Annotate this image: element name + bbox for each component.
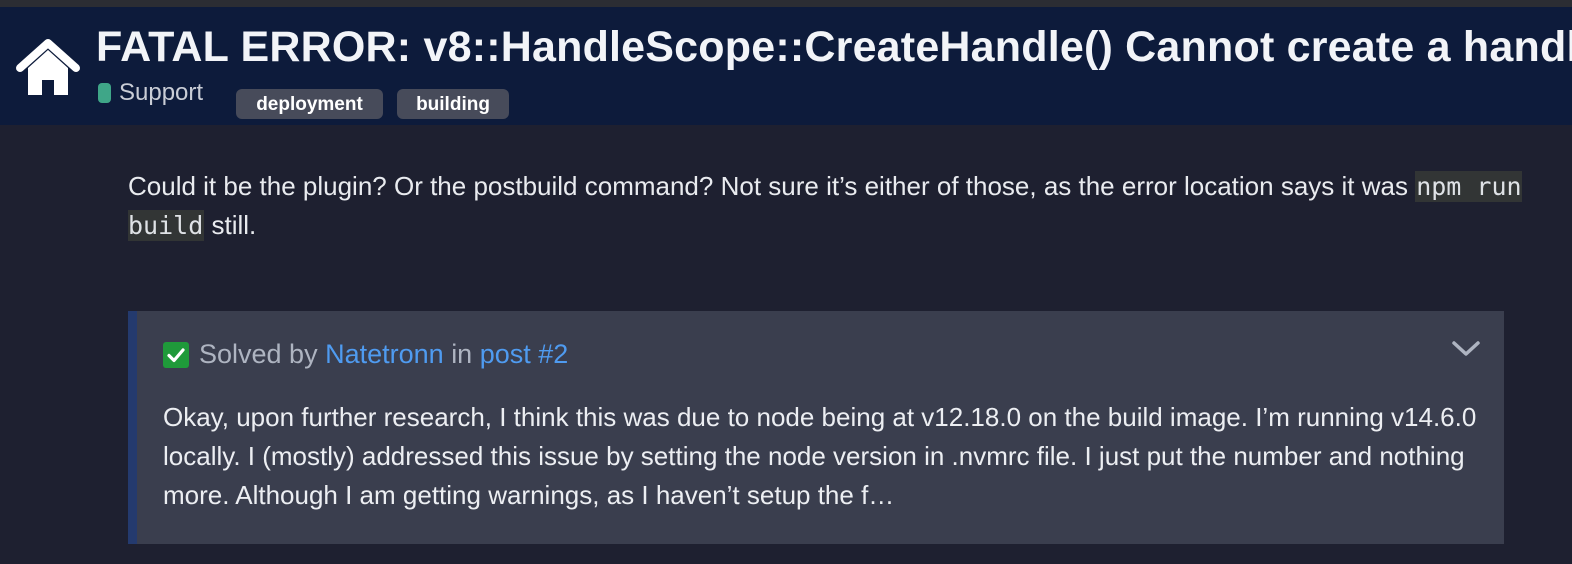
category-label: Support: [119, 79, 204, 106]
obscured-text-line: [128, 122, 388, 130]
solved-answer-box[interactable]: Solved by Natetronn in post #2 Okay, upo…: [128, 311, 1504, 544]
home-icon[interactable]: [12, 37, 84, 101]
solution-post-link[interactable]: post #2: [480, 339, 569, 370]
solution-author-link[interactable]: Natetronn: [325, 339, 444, 370]
category-badge[interactable]: Support: [98, 78, 203, 108]
solved-in-text: in: [451, 339, 473, 369]
post-text-before: Could it be the plugin? Or the postbuild…: [128, 171, 1416, 201]
checkmark-icon: [163, 341, 189, 368]
solved-header: Solved by Natetronn in post #2: [163, 339, 568, 370]
tag-building[interactable]: building: [397, 89, 509, 119]
post-paragraph: Could it be the plugin? Or the postbuild…: [128, 167, 1528, 245]
solution-excerpt: Okay, upon further research, I think thi…: [163, 402, 1477, 510]
solved-prefix: Solved by: [199, 339, 318, 369]
topic-header: FATAL ERROR: v8::HandleScope::CreateHand…: [0, 7, 1572, 125]
topic-page: FATAL ERROR: v8::HandleScope::CreateHand…: [0, 0, 1572, 564]
post-text-after: still.: [204, 210, 257, 240]
topic-title[interactable]: FATAL ERROR: v8::HandleScope::CreateHand…: [96, 21, 1572, 73]
tag-deployment[interactable]: deployment: [236, 89, 383, 119]
browser-top-edge: [0, 0, 1572, 7]
chevron-down-icon[interactable]: [1450, 337, 1482, 361]
category-badge-icon: [98, 83, 111, 103]
